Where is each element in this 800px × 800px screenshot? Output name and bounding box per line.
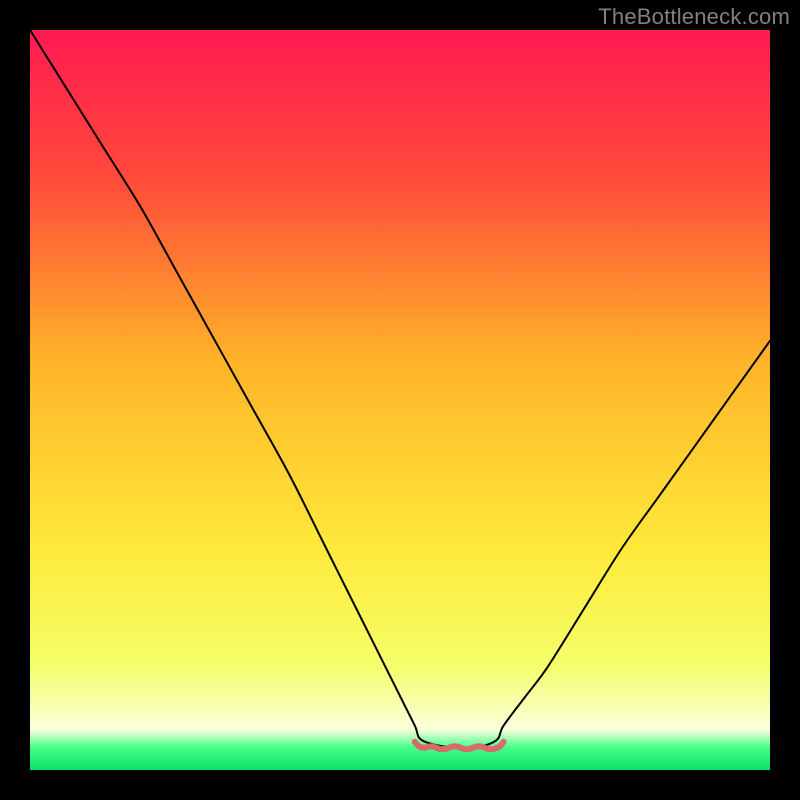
plot-area <box>30 30 770 770</box>
gradient-background <box>30 30 770 770</box>
chart-frame: TheBottleneck.com <box>0 0 800 800</box>
watermark-label: TheBottleneck.com <box>598 4 790 30</box>
chart-svg <box>30 30 770 770</box>
